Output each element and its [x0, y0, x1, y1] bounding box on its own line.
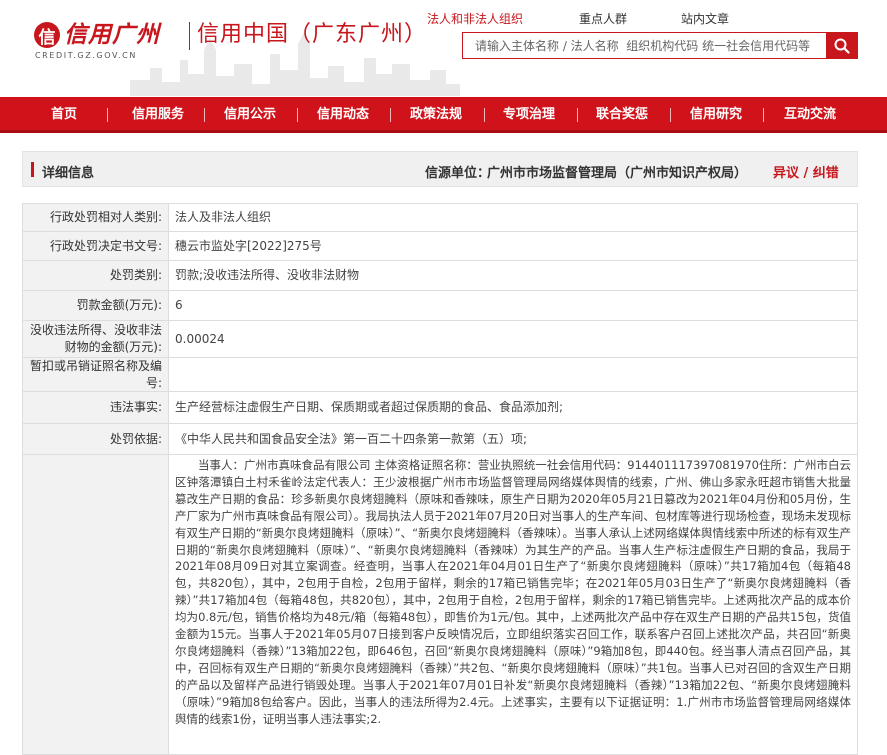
- nav-credit-news[interactable]: 信用动态: [307, 97, 379, 133]
- section-marker: [31, 162, 34, 177]
- top-link-key-groups[interactable]: 重点人群: [579, 10, 627, 27]
- top-links: 法人和非法人组织 重点人群 站内文章: [420, 10, 860, 30]
- site-logo[interactable]: 信 信用广州 CREDIT.GZ.GOV.CN: [34, 20, 160, 66]
- nav-divider: [297, 108, 298, 122]
- site-header: 信 信用广州 CREDIT.GZ.GOV.CN 信用中国（广东广州） 法人和非法…: [0, 0, 887, 97]
- search-bar: [462, 32, 858, 59]
- nav-credit-publicity[interactable]: 信用公示: [214, 97, 286, 133]
- field-value: 6: [175, 298, 183, 312]
- source-label: 信源单位：: [425, 166, 491, 181]
- field-value: 法人及非法人组织: [175, 210, 272, 224]
- table-row: 行政处罚决定书文号: 穗云市监处字[2022]275号: [22, 232, 858, 261]
- nav-special-governance[interactable]: 专项治理: [493, 97, 565, 133]
- nav-home[interactable]: 首页: [35, 97, 93, 133]
- logo-divider: [189, 22, 190, 50]
- table-row: 没收违法所得、没收非法财物的金额(万元): 0.00024: [22, 321, 858, 358]
- field-value: 穗云市监处字[2022]275号: [175, 238, 322, 253]
- objection-correction-link[interactable]: 异议 / 纠错: [773, 162, 839, 181]
- field-label: 行政处罚决定书文号:: [23, 232, 169, 260]
- table-row: 暂扣或吊销证照名称及编号:: [22, 358, 858, 392]
- top-link-site-articles[interactable]: 站内文章: [681, 10, 729, 27]
- penalty-case-description: 当事人：广州市真味食品有限公司 主体资格证照名称：营业执照统一社会信用代码：91…: [175, 458, 851, 726]
- field-label: [23, 455, 169, 754]
- search-input[interactable]: [462, 32, 827, 59]
- site-name: 信用中国（广东广州）: [197, 22, 428, 47]
- table-row: 处罚依据: 《中华人民共和国食品安全法》第一百二十四条第一款第（五）项;: [22, 424, 858, 455]
- logo-text: 信用广州: [64, 22, 160, 48]
- field-value: 罚款;没收违法所得、没收非法财物: [175, 268, 360, 282]
- field-label: 行政处罚相对人类别:: [23, 204, 169, 231]
- field-value: 0.00024: [175, 331, 225, 346]
- field-label: 处罚依据:: [23, 424, 169, 454]
- nav-interaction[interactable]: 互动交流: [774, 97, 846, 133]
- table-row: 当事人：广州市真味食品有限公司 主体资格证照名称：营业执照统一社会信用代码：91…: [22, 455, 858, 755]
- table-row: 行政处罚相对人类别: 法人及非法人组织: [22, 204, 858, 232]
- source-value: 广州市市场监督管理局（广州市知识产权局）: [487, 166, 748, 181]
- field-value: 生产经营标注虚假生产日期、保质期或者超过保质期的食品、食品添加剂;: [175, 400, 564, 414]
- table-row: 罚款金额(万元): 6: [22, 291, 858, 321]
- nav-credit-research[interactable]: 信用研究: [680, 97, 752, 133]
- table-row: 违法事实: 生产经营标注虚假生产日期、保质期或者超过保质期的食品、食品添加剂;: [22, 392, 858, 424]
- search-button[interactable]: [826, 32, 858, 59]
- detail-header: 详细信息 信源单位： 广州市市场监督管理局（广州市知识产权局） 异议 / 纠错: [22, 151, 858, 187]
- top-link-legal-entities[interactable]: 法人和非法人组织: [427, 10, 523, 27]
- nav-credit-service[interactable]: 信用服务: [122, 97, 194, 133]
- nav-divider: [390, 108, 391, 122]
- nav-divider: [763, 108, 764, 122]
- nav-divider: [484, 108, 485, 122]
- logo-domain: CREDIT.GZ.GOV.CN: [35, 51, 137, 60]
- logo-icon: 信: [34, 22, 60, 48]
- field-label: 违法事实:: [23, 392, 169, 423]
- nav-divider: [577, 108, 578, 122]
- search-icon: [834, 38, 850, 54]
- nav-divider: [204, 108, 205, 122]
- field-value: [169, 358, 857, 391]
- detail-table: 行政处罚相对人类别: 法人及非法人组织 行政处罚决定书文号: 穗云市监处字[20…: [22, 203, 858, 755]
- field-value: 《中华人民共和国食品安全法》第一百二十四条第一款第（五）项;: [175, 431, 528, 446]
- nav-policies[interactable]: 政策法规: [400, 97, 472, 133]
- main-nav: 首页 信用服务 信用公示 信用动态 政策法规 专项治理 联合奖惩 信用研究 互动…: [0, 97, 887, 133]
- detail-title: 详细信息: [42, 166, 95, 181]
- field-label: 罚款金额(万元):: [23, 291, 169, 320]
- nav-joint-rewards-penalties[interactable]: 联合奖惩: [586, 97, 658, 133]
- nav-divider: [670, 108, 671, 122]
- nav-divider: [107, 108, 108, 122]
- field-label: 暂扣或吊销证照名称及编号:: [23, 358, 169, 391]
- field-label: 没收违法所得、没收非法财物的金额(万元):: [23, 321, 169, 357]
- field-label: 处罚类别:: [23, 261, 169, 290]
- table-row: 处罚类别: 罚款;没收违法所得、没收非法财物: [22, 261, 858, 291]
